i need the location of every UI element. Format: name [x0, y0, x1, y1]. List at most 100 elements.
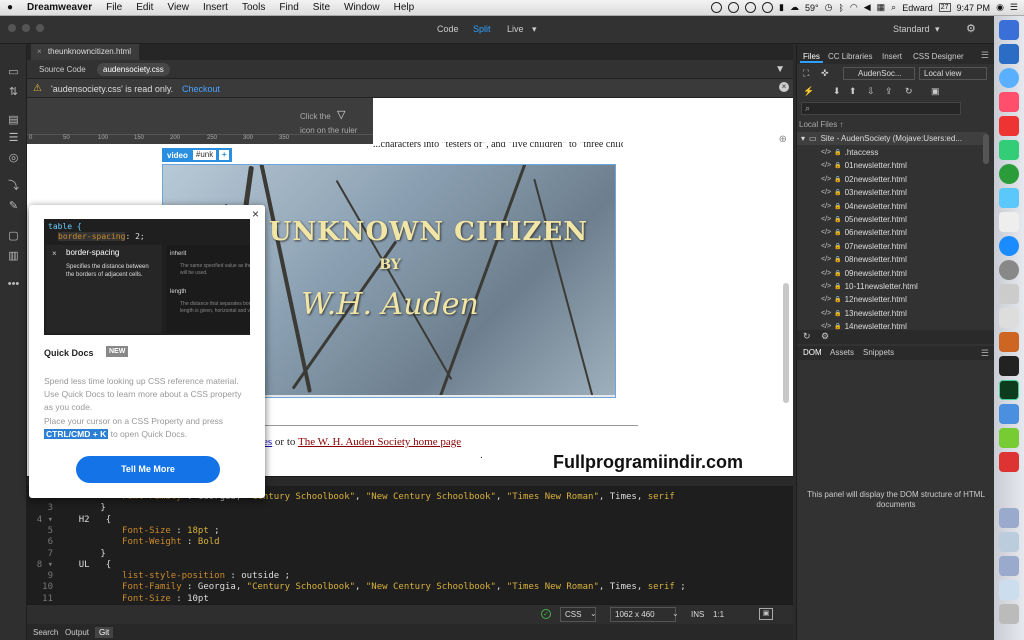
sync-settings-icon[interactable]: ⚙: [966, 22, 976, 35]
app-store-icon[interactable]: [999, 236, 1019, 256]
format-source-icon[interactable]: ✎: [7, 200, 20, 212]
comment-icon[interactable]: ▢: [7, 230, 20, 242]
ladybug-icon[interactable]: [999, 212, 1019, 232]
site-select[interactable]: AudenSoc...: [843, 67, 915, 80]
checkout-link[interactable]: Checkout: [182, 84, 220, 94]
trash-icon[interactable]: [999, 604, 1019, 624]
app-menu[interactable]: Dreamweaver: [20, 2, 99, 13]
clock-icon[interactable]: ◷: [825, 2, 833, 13]
user-name[interactable]: Edward: [902, 3, 933, 13]
menu-tools[interactable]: Tools: [235, 2, 272, 13]
code-line[interactable]: 7 }: [27, 549, 106, 560]
file-row[interactable]: </> 🔒 07newsletter.html: [821, 240, 907, 253]
menu-file[interactable]: File: [99, 2, 129, 13]
xcode-icon[interactable]: [999, 404, 1019, 424]
tell-me-more-button[interactable]: Tell Me More: [76, 456, 220, 483]
code-line[interactable]: 11 Font-Size : 10pt: [27, 594, 209, 604]
file-row[interactable]: </> 🔒 09newsletter.html: [821, 267, 907, 280]
file-row[interactable]: </> 🔒 12newsletter.html: [821, 293, 907, 306]
code-line[interactable]: 8 ▾ UL {: [27, 560, 111, 571]
files-scrollbar[interactable]: [983, 134, 989, 164]
creative-cloud-dock-icon[interactable]: [999, 452, 1019, 472]
site-root-row[interactable]: ▾ ▭ Site - AudenSociety (Mojave:Users:ed…: [797, 132, 987, 145]
code-mode-button[interactable]: Code: [437, 24, 459, 34]
documents-stack-icon[interactable]: [999, 532, 1019, 552]
textedit-icon[interactable]: [999, 308, 1019, 328]
wrap-tag-icon[interactable]: ⤵: [7, 180, 20, 192]
minimize-window-button[interactable]: [22, 24, 30, 32]
refresh-icon[interactable]: ↻: [905, 86, 913, 97]
finder-icon[interactable]: [999, 20, 1019, 40]
put-files-icon[interactable]: ⬆: [849, 86, 857, 97]
live-mode-dropdown-icon[interactable]: ▾: [532, 24, 537, 35]
preview-icon[interactable]: ▣: [759, 608, 773, 620]
refresh-files-icon[interactable]: ↻: [803, 331, 811, 342]
live-mode-button[interactable]: Live: [507, 24, 524, 34]
vpn-icon[interactable]: [762, 2, 774, 13]
menu-site[interactable]: Site: [306, 2, 337, 13]
more-tools-icon[interactable]: •••: [7, 278, 20, 290]
site-settings-icon[interactable]: ✜: [821, 68, 829, 79]
dreamweaver-icon[interactable]: [999, 380, 1019, 400]
file-row[interactable]: </> 🔒 08newsletter.html: [821, 253, 907, 266]
tab-dom[interactable]: DOM: [800, 346, 825, 357]
notifications-icon[interactable]: ☰: [1010, 2, 1018, 13]
sync-icon[interactable]: [728, 2, 740, 13]
tab-css-designer[interactable]: CSS Designer: [910, 46, 967, 61]
code-line[interactable]: 6 Font-Weight : Bold: [27, 537, 220, 548]
applications-stack-icon[interactable]: [999, 580, 1019, 600]
local-files-header[interactable]: Local Files ↑: [799, 120, 843, 129]
add-guide-icon[interactable]: ⊕: [779, 134, 787, 145]
ruler-guide-icon[interactable]: ▽: [337, 108, 345, 121]
window-size-dropdown-icon[interactable]: ⌄: [672, 609, 679, 618]
dismiss-notice-icon[interactable]: ×: [779, 82, 789, 92]
file-row[interactable]: </> 🔒 .htaccess: [821, 146, 878, 159]
file-row[interactable]: </> 🔒 01newsletter.html: [821, 159, 907, 172]
menubar-time[interactable]: 9:47 PM: [957, 3, 991, 13]
preview-app-icon[interactable]: [999, 284, 1019, 304]
file-row[interactable]: </> 🔒 13newsletter.html: [821, 307, 907, 320]
document-type-dropdown-icon[interactable]: ⌄: [590, 609, 597, 618]
live-view-scrollbar[interactable]: [783, 283, 789, 403]
code-line[interactable]: 5 Font-Size : 18pt ;: [27, 526, 220, 537]
dom-panel-menu-icon[interactable]: ☰: [981, 348, 989, 359]
menu-window[interactable]: Window: [337, 2, 387, 13]
files-search-input[interactable]: ⌕: [801, 102, 961, 115]
tab-output[interactable]: Output: [61, 627, 93, 638]
element-hud-add-button[interactable]: +: [219, 150, 230, 160]
auden-society-link[interactable]: The W. H. Auden Society home page: [298, 436, 461, 448]
code-view[interactable]: Font-Family : Georgia, "Century Schoolbo…: [27, 486, 793, 604]
tab-files[interactable]: Files: [800, 46, 823, 63]
fontbook-icon[interactable]: [999, 332, 1019, 352]
tab-snippets[interactable]: Snippets: [860, 346, 897, 357]
messages-icon[interactable]: [999, 68, 1019, 88]
downloads-stack-icon[interactable]: [999, 508, 1019, 528]
grid-app-icon[interactable]: [999, 140, 1019, 160]
volume-icon[interactable]: ◀: [864, 2, 871, 13]
open-file-icon[interactable]: ▭: [7, 66, 20, 78]
filter-icon[interactable]: ▼: [775, 64, 785, 75]
close-window-button[interactable]: [8, 24, 16, 32]
element-hud-id[interactable]: #unk: [192, 150, 217, 160]
tab-search[interactable]: Search: [29, 627, 62, 638]
element-hud[interactable]: video #unk +: [162, 148, 233, 162]
terminal-icon[interactable]: [999, 356, 1019, 376]
file-management-icon[interactable]: ⇅: [7, 86, 20, 98]
live-view-options-icon[interactable]: ▤: [7, 114, 20, 126]
file-row[interactable]: </> 🔒 03newsletter.html: [821, 186, 907, 199]
tab-assets[interactable]: Assets: [827, 346, 857, 357]
expand-icon[interactable]: ▣: [931, 86, 940, 97]
file-row[interactable]: </> 🔒 06newsletter.html: [821, 226, 907, 239]
related-source-code-tab[interactable]: Source Code: [33, 63, 92, 76]
view-select[interactable]: Local view: [919, 67, 987, 80]
panel-menu-icon[interactable]: ☰: [981, 50, 989, 61]
siri-icon[interactable]: ◉: [996, 2, 1004, 13]
document-tab[interactable]: × theunknowncitizen.html: [31, 44, 140, 60]
inspect-icon[interactable]: ◎: [7, 152, 20, 164]
menu-edit[interactable]: Edit: [129, 2, 160, 13]
bluetooth-icon[interactable]: ᛒ: [838, 3, 843, 13]
file-row[interactable]: </> 🔒 10-11newsletter.html: [821, 280, 918, 293]
window-size-select[interactable]: 1062 x 460: [610, 607, 676, 622]
code-line[interactable]: 4 ▾ H2 {: [27, 515, 111, 526]
weather-icon[interactable]: ☁: [790, 2, 799, 13]
